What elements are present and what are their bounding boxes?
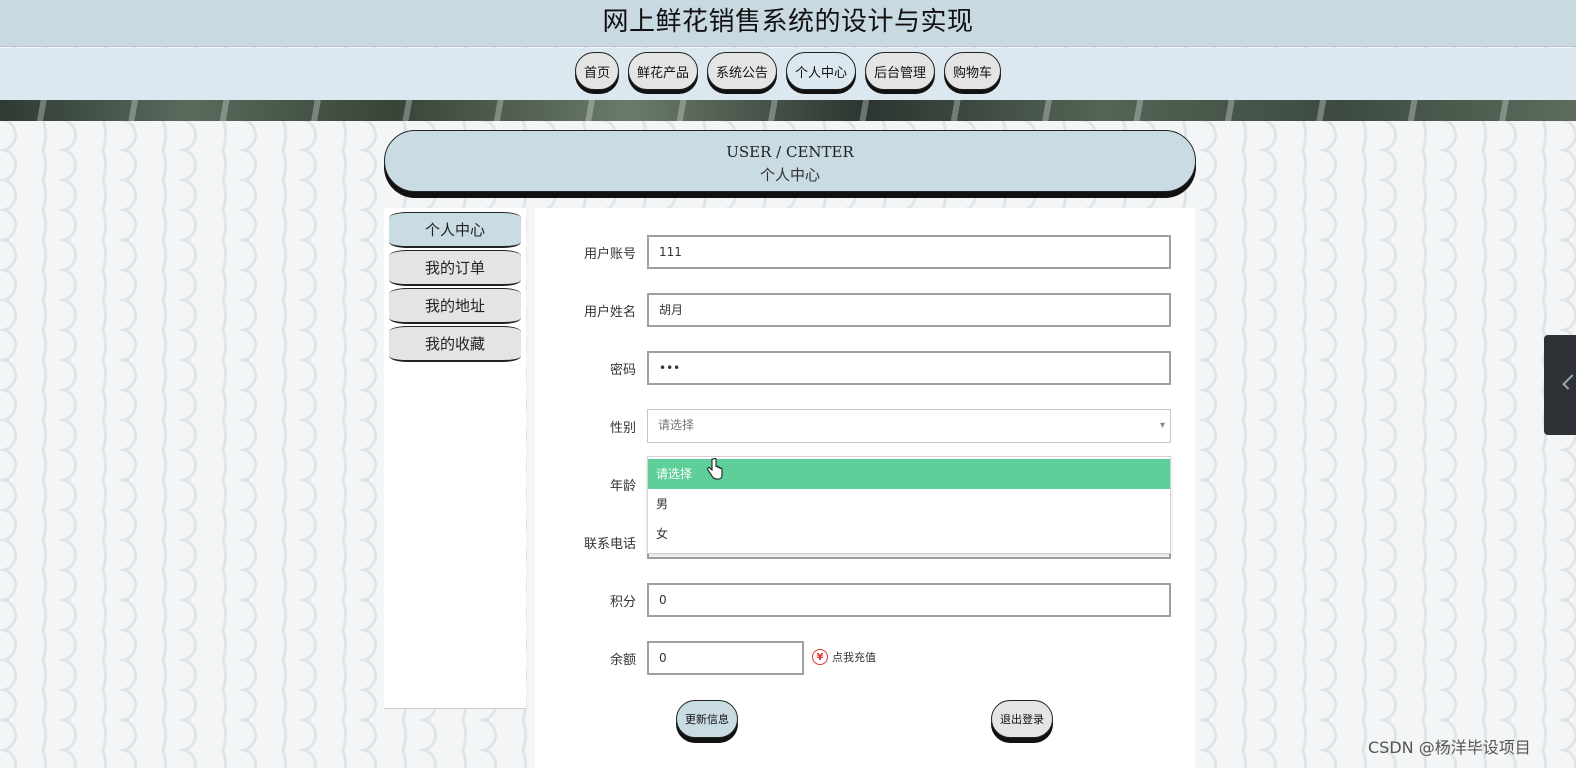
sidebar: 个人中心 我的订单 我的地址 我的收藏	[384, 208, 526, 709]
gender-select-value: 请选择	[658, 418, 695, 432]
balance-label: 余额	[609, 653, 636, 668]
nav-item-admin[interactable]: 后台管理	[865, 52, 936, 90]
nav-item-flower-products[interactable]: 鲜花产品	[627, 52, 698, 90]
chevron-down-icon: ▾	[1159, 420, 1165, 431]
nav-item-announcements[interactable]: 系统公告	[706, 52, 777, 90]
gender-option-female[interactable]: 女	[648, 519, 1170, 549]
account-input[interactable]: 111	[647, 235, 1171, 269]
gender-select[interactable]: 请选择 ▾	[647, 409, 1171, 443]
site-title: 网上鲜花销售系统的设计与实现	[602, 7, 974, 37]
gender-dropdown: 请选择 男 女	[647, 456, 1171, 554]
recharge-label: 点我充值	[832, 651, 876, 664]
hand-pointer-icon	[707, 458, 723, 480]
gender-option-placeholder[interactable]: 请选择	[648, 459, 1170, 489]
nav-item-cart[interactable]: 购物车	[944, 52, 1002, 90]
form-row-points: 积分 0	[535, 583, 1195, 617]
password-input[interactable]: •••	[647, 351, 1171, 385]
site-header: 网上鲜花销售系统的设计与实现	[0, 0, 1576, 47]
phone-label: 联系电话	[583, 537, 636, 552]
form-row-password: 密码 •••	[535, 351, 1195, 385]
form-row-name: 用户姓名 胡月	[535, 293, 1195, 327]
logout-button[interactable]: 退出登录	[991, 700, 1053, 738]
side-panel-toggle[interactable]	[1544, 335, 1576, 435]
form-row-account: 用户账号 111	[535, 235, 1195, 269]
sidebar-item-my-orders[interactable]: 我的订单	[389, 250, 521, 286]
form-row-gender: 性别 请选择 ▾	[535, 409, 1195, 443]
chevron-left-icon	[1562, 374, 1576, 390]
sidebar-item-my-address[interactable]: 我的地址	[389, 288, 521, 324]
watermark: CSDN @杨洋毕设项目	[1368, 738, 1531, 757]
password-label: 密码	[609, 363, 636, 378]
banner-image	[0, 100, 1576, 121]
gender-option-male[interactable]: 男	[648, 489, 1170, 519]
main-nav: 首页 鲜花产品 系统公告 个人中心 后台管理 购物车	[0, 48, 1576, 100]
recharge-link[interactable]: ¥ 点我充值	[812, 649, 876, 665]
nav-item-home[interactable]: 首页	[574, 52, 619, 90]
user-center-banner: USER / CENTER 个人中心	[384, 130, 1196, 192]
banner-title-cn: 个人中心	[759, 166, 820, 184]
sidebar-item-my-favorites[interactable]: 我的收藏	[389, 326, 521, 362]
points-input[interactable]: 0	[647, 583, 1171, 617]
banner-title-en: USER / CENTER	[726, 143, 854, 161]
update-info-button[interactable]: 更新信息	[676, 700, 738, 738]
age-label: 年龄	[609, 479, 636, 494]
nav-item-personal-center[interactable]: 个人中心	[786, 52, 857, 90]
gender-label: 性别	[609, 421, 636, 436]
yen-icon: ¥	[812, 649, 828, 665]
points-label: 积分	[609, 595, 636, 610]
account-label: 用户账号	[583, 247, 636, 262]
sidebar-item-personal-center[interactable]: 个人中心	[389, 212, 521, 248]
name-label: 用户姓名	[583, 305, 636, 320]
name-input[interactable]: 胡月	[647, 293, 1171, 327]
balance-input[interactable]: 0	[647, 641, 804, 675]
